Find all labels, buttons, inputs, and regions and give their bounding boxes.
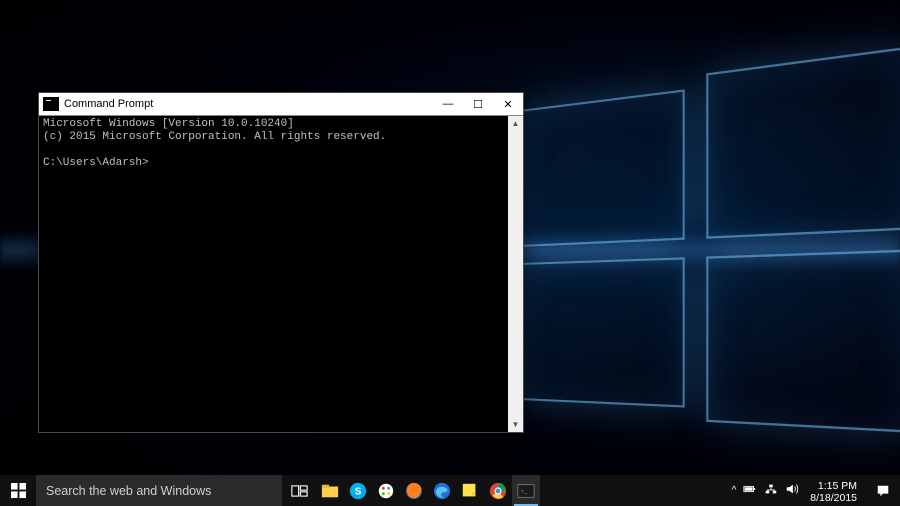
taskbar: Search the web and Windows S bbox=[0, 475, 900, 506]
svg-text:S: S bbox=[355, 486, 362, 497]
window-title: Command Prompt bbox=[64, 98, 153, 110]
task-view-button[interactable] bbox=[282, 475, 316, 506]
maximize-button[interactable]: ☐ bbox=[463, 93, 493, 115]
terminal-line: (c) 2015 Microsoft Corporation. All righ… bbox=[43, 131, 386, 143]
command-prompt-taskbar-icon[interactable]: >_ bbox=[512, 475, 540, 506]
action-center-button[interactable] bbox=[870, 484, 896, 498]
minimize-button[interactable]: — bbox=[433, 93, 463, 115]
cmd-icon bbox=[43, 97, 59, 111]
windows-logo-icon bbox=[11, 483, 26, 498]
edge-icon[interactable] bbox=[428, 475, 456, 506]
chrome-icon[interactable] bbox=[484, 475, 512, 506]
battery-icon[interactable] bbox=[743, 482, 757, 499]
vertical-scrollbar[interactable]: ▲ ▼ bbox=[508, 116, 523, 432]
terminal-prompt: C:\Users\Adarsh> bbox=[43, 157, 149, 169]
volume-icon[interactable] bbox=[785, 482, 799, 499]
search-placeholder: Search the web and Windows bbox=[46, 484, 211, 498]
scroll-up-button[interactable]: ▲ bbox=[508, 116, 523, 131]
window-titlebar[interactable]: Command Prompt — ☐ ✕ bbox=[39, 93, 523, 115]
close-button[interactable]: ✕ bbox=[493, 93, 523, 115]
skype-icon[interactable]: S bbox=[344, 475, 372, 506]
scroll-track[interactable] bbox=[508, 131, 523, 417]
tray-overflow-button[interactable]: ^ bbox=[732, 485, 737, 496]
wallpaper-windows-logo bbox=[520, 61, 900, 418]
system-tray: ^ 1:15 PM 8/18/2015 bbox=[724, 475, 900, 506]
network-icon[interactable] bbox=[764, 482, 778, 499]
task-view-icon bbox=[291, 484, 308, 498]
paint-icon[interactable] bbox=[372, 475, 400, 506]
svg-text:>_: >_ bbox=[521, 487, 529, 494]
start-button[interactable] bbox=[0, 475, 36, 506]
file-explorer-icon[interactable] bbox=[316, 475, 344, 506]
terminal-line: Microsoft Windows [Version 10.0.10240] bbox=[43, 118, 294, 130]
window-client-area: Microsoft Windows [Version 10.0.10240] (… bbox=[39, 115, 523, 432]
clock-time: 1:15 PM bbox=[810, 480, 857, 492]
terminal-output[interactable]: Microsoft Windows [Version 10.0.10240] (… bbox=[39, 116, 508, 432]
sticky-notes-icon[interactable] bbox=[456, 475, 484, 506]
clock-date: 8/18/2015 bbox=[810, 492, 857, 504]
taskbar-pinned-apps: S >_ bbox=[316, 475, 540, 506]
scroll-down-button[interactable]: ▼ bbox=[508, 417, 523, 432]
search-box[interactable]: Search the web and Windows bbox=[36, 475, 282, 506]
command-prompt-window[interactable]: Command Prompt — ☐ ✕ Microsoft Windows [… bbox=[38, 92, 524, 433]
firefox-icon[interactable] bbox=[400, 475, 428, 506]
clock[interactable]: 1:15 PM 8/18/2015 bbox=[806, 477, 863, 504]
